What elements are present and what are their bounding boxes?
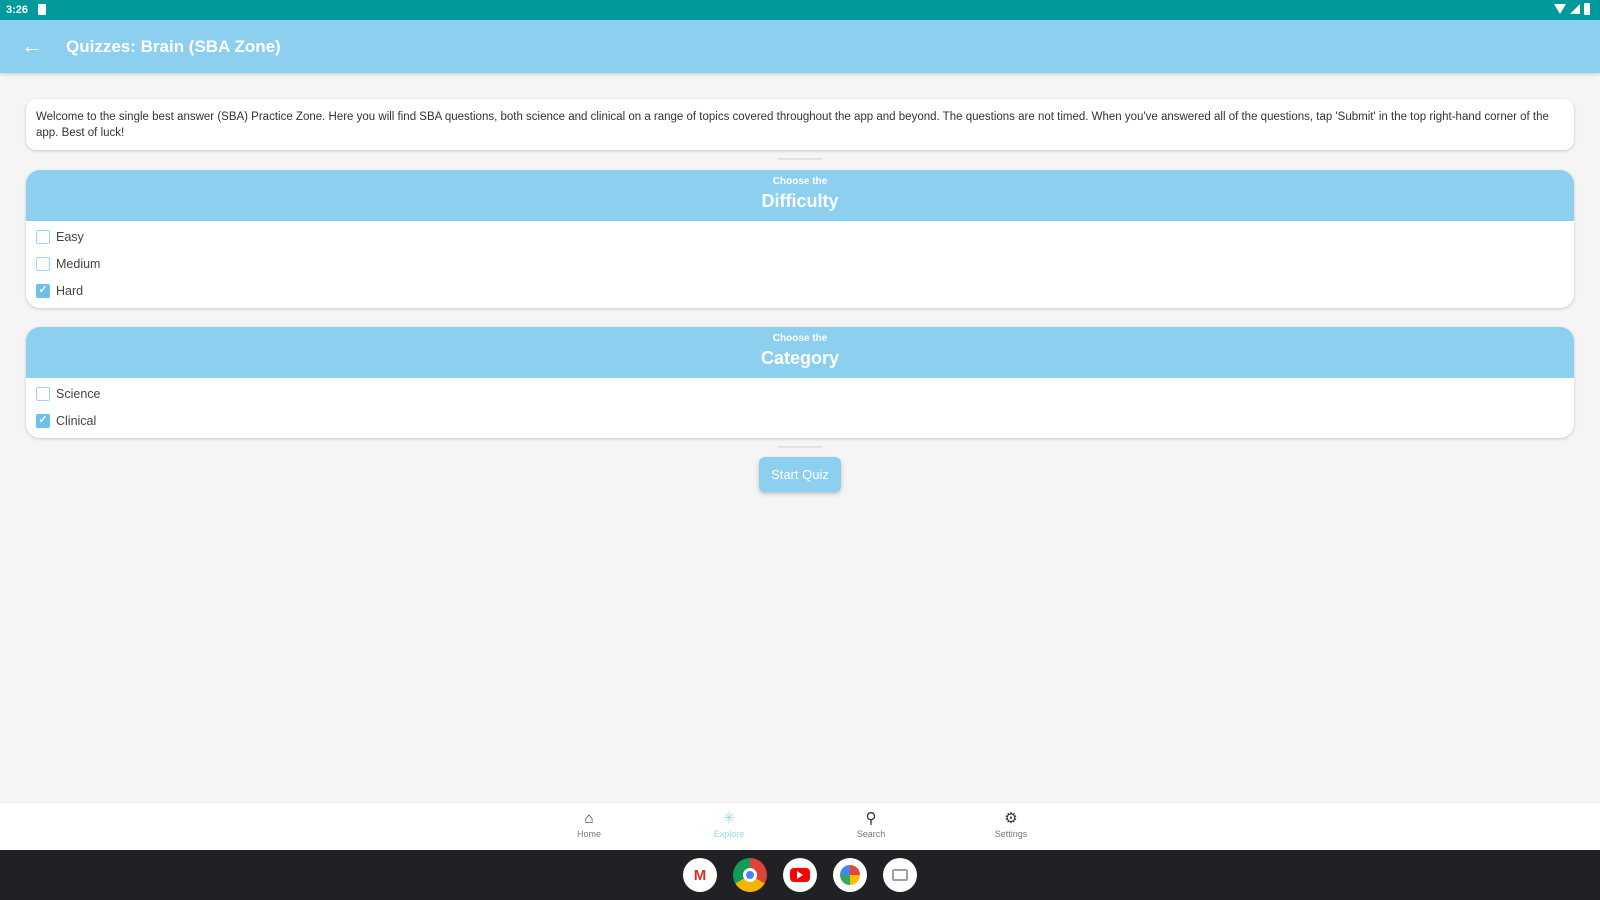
category-section: Choose the Category Science ✓ Clinical bbox=[26, 327, 1574, 438]
option-label: Science bbox=[56, 386, 101, 401]
option-label: Medium bbox=[56, 256, 101, 271]
category-pretitle: Choose the bbox=[772, 333, 828, 344]
option-hard[interactable]: ✓ Hard bbox=[26, 277, 1574, 304]
divider bbox=[777, 446, 823, 448]
option-clinical[interactable]: ✓ Clinical bbox=[26, 407, 1574, 434]
nav-label: Home bbox=[576, 829, 601, 839]
battery-icon bbox=[1584, 3, 1590, 15]
checkbox-clinical[interactable]: ✓ bbox=[36, 413, 50, 428]
bottom-nav: ⌂ Home ✳ Explore ⚲ Search ⚙ Settings bbox=[0, 802, 1600, 850]
taskbar-dock: M bbox=[0, 850, 1600, 900]
apps-icon[interactable] bbox=[883, 858, 917, 892]
status-icons bbox=[1554, 3, 1590, 15]
option-label: Hard bbox=[56, 283, 84, 298]
option-medium[interactable]: Medium bbox=[26, 250, 1574, 277]
gmail-icon[interactable]: M bbox=[683, 858, 717, 892]
chrome-icon[interactable] bbox=[733, 858, 767, 892]
difficulty-section: Choose the Difficulty Easy Medium ✓ Hard bbox=[26, 170, 1574, 308]
option-easy[interactable]: Easy bbox=[26, 223, 1574, 250]
page-title: Quizzes: Brain (SBA Zone) bbox=[66, 37, 281, 56]
nav-label: Search bbox=[856, 829, 886, 839]
nav-label: Settings bbox=[994, 829, 1028, 839]
option-science[interactable]: Science bbox=[26, 380, 1574, 407]
nav-explore[interactable]: ✳ Explore bbox=[684, 809, 774, 839]
youtube-icon[interactable] bbox=[783, 858, 817, 892]
difficulty-pretitle: Choose the bbox=[772, 176, 828, 187]
status-time: 3:26 bbox=[6, 4, 29, 16]
status-bar: 3:26 bbox=[0, 0, 1600, 20]
category-header: Choose the Category bbox=[26, 327, 1574, 378]
option-label: Clinical bbox=[56, 413, 97, 428]
nav-home[interactable]: ⌂ Home bbox=[544, 809, 634, 839]
checkbox-science[interactable] bbox=[36, 386, 50, 401]
divider bbox=[777, 158, 823, 160]
gear-icon: ⚙ bbox=[1004, 810, 1018, 827]
intro-text: Welcome to the single best answer (SBA) … bbox=[36, 111, 1549, 139]
explore-icon: ✳ bbox=[722, 810, 736, 827]
signal-icon bbox=[1570, 4, 1580, 14]
home-icon: ⌂ bbox=[584, 810, 594, 827]
start-quiz-button[interactable]: Start Quiz bbox=[759, 457, 841, 492]
checkbox-hard[interactable]: ✓ bbox=[36, 283, 50, 298]
sim-icon bbox=[38, 4, 46, 15]
checkbox-medium[interactable] bbox=[36, 256, 50, 271]
search-icon: ⚲ bbox=[865, 810, 877, 827]
checkbox-easy[interactable] bbox=[36, 229, 50, 244]
option-label: Easy bbox=[56, 229, 84, 244]
nav-settings[interactable]: ⚙ Settings bbox=[966, 809, 1056, 839]
difficulty-header: Choose the Difficulty bbox=[26, 170, 1574, 221]
difficulty-title: Difficulty bbox=[761, 191, 839, 211]
app-bar: ← Quizzes: Brain (SBA Zone) bbox=[0, 20, 1600, 73]
photos-icon[interactable] bbox=[833, 858, 867, 892]
intro-card: Welcome to the single best answer (SBA) … bbox=[26, 99, 1574, 150]
nav-search[interactable]: ⚲ Search bbox=[826, 809, 916, 839]
back-arrow-icon[interactable]: ← bbox=[20, 34, 44, 58]
nav-label: Explore bbox=[713, 829, 745, 839]
category-title: Category bbox=[760, 348, 840, 368]
wifi-icon bbox=[1554, 4, 1566, 14]
